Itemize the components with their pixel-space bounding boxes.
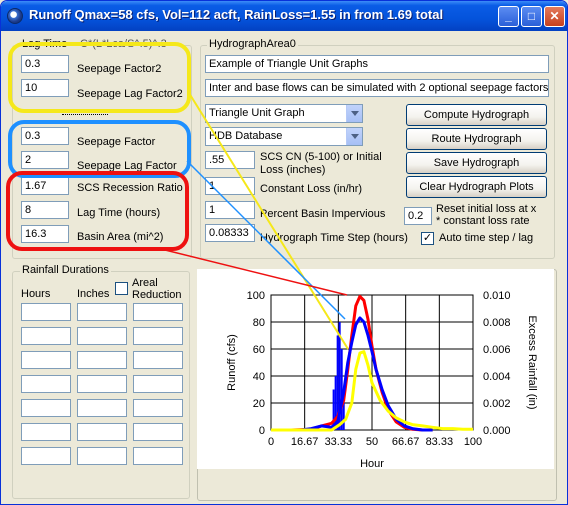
y2-tick-label: 0.008 [483, 317, 511, 329]
yellow-highlight-ring [8, 42, 191, 113]
y-tick-label: 40 [253, 371, 265, 383]
x-tick-label: 0 [268, 436, 274, 448]
x-tick-label: 16.67 [291, 436, 319, 448]
red-highlight-ring [6, 171, 189, 251]
chart-overlay: 0204060801000.0000.0020.0040.0060.0080.0… [6, 42, 554, 470]
application-window: Runoff Qmax=58 cfs, Vol=112 acft, RainLo… [0, 0, 568, 505]
x-tick-label: 66.67 [392, 436, 420, 448]
y-tick-label: 60 [253, 344, 265, 356]
x-tick-label: 33.33 [325, 436, 353, 448]
y-tick-label: 100 [247, 290, 265, 302]
y2-tick-label: 0.002 [483, 398, 511, 410]
x-tick-label: 83.33 [426, 436, 454, 448]
y2-tick-label: 0.010 [483, 290, 511, 302]
x-tick-label: 50 [366, 436, 378, 448]
y-tick-label: 80 [253, 317, 265, 329]
blue-highlight-ring [8, 120, 191, 178]
x-tick-label: 100 [464, 436, 482, 448]
y-tick-label: 0 [259, 425, 265, 437]
x-axis-label: Hour [360, 458, 384, 470]
y2-axis-label: Excess Rainfall (in) [526, 315, 538, 409]
y-axis-label: Runoff (cfs) [226, 334, 238, 391]
y-tick-label: 20 [253, 398, 265, 410]
y2-tick-label: 0.000 [483, 425, 511, 437]
y2-tick-label: 0.006 [483, 344, 511, 356]
y2-tick-label: 0.004 [483, 371, 511, 383]
